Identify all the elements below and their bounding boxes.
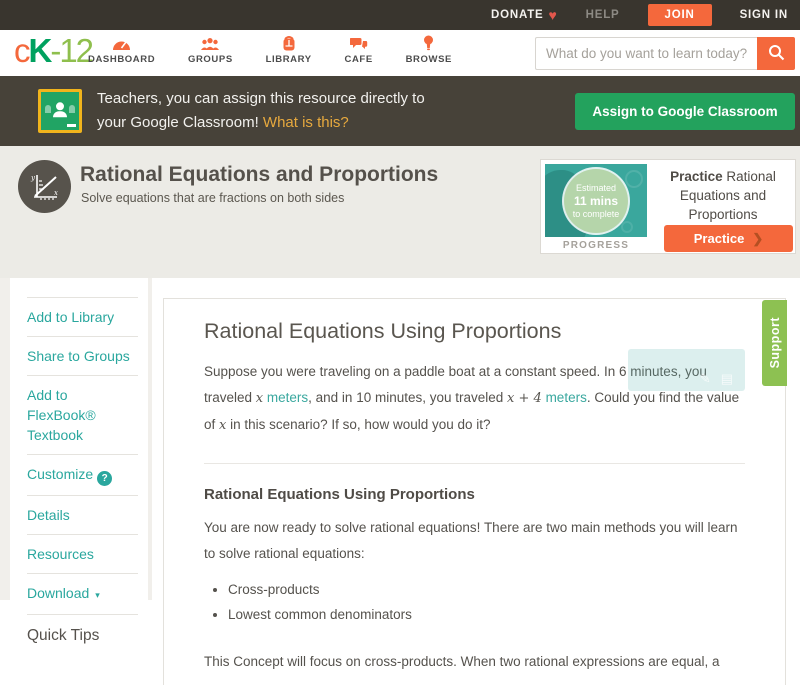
main-navbar: cK-12 DASHBOARD GROUPS LIBRARY CAFE BROW… (0, 30, 800, 76)
top-bar: DONATE ♥ HELP JOIN SIGN IN (0, 0, 800, 30)
question-badge-icon[interactable]: ? (97, 471, 113, 486)
ck12-logo[interactable]: cK-12 (14, 32, 94, 70)
p1-text: , and in 10 minutes, you traveled (308, 390, 508, 405)
classroom-board (41, 92, 79, 130)
sidebar-item-add-to-library[interactable]: Add to Library (27, 297, 138, 336)
svg-text:y: y (30, 174, 36, 182)
badge-line1: Estimated (575, 182, 617, 193)
help-link[interactable]: HELP (586, 9, 620, 21)
nav-item-browse[interactable]: BROWSE (404, 34, 454, 74)
join-button[interactable]: JOIN (647, 4, 712, 26)
search-icon (768, 44, 785, 64)
math-x-plus-4: x + 4 (507, 391, 542, 406)
practice-widget: Estimated 11 mins to complete PROGRESS P… (540, 159, 796, 254)
article-card: Rational Equations Using Proportions Sup… (163, 298, 786, 685)
svg-text:x: x (54, 189, 58, 197)
meters-link[interactable]: meters (546, 390, 587, 405)
donate-link[interactable]: DONATE ♥ (491, 7, 558, 23)
nav-item-dashboard[interactable]: DASHBOARD (86, 34, 157, 74)
banner-text: Teachers, you can assign this resource d… (97, 87, 425, 135)
gauge-icon (112, 34, 131, 51)
search-button[interactable] (757, 37, 795, 70)
nav-label: LIBRARY (265, 54, 312, 65)
heart-icon: ♥ (548, 7, 558, 23)
practice-title: Practice Rational Equations and Proporti… (653, 167, 793, 224)
search-bar (535, 37, 795, 70)
lesson-header: y x Rational Equations and Proportions S… (0, 146, 800, 278)
progress-label: PROGRESS (562, 240, 630, 251)
main-panel: Rational Equations Using Proportions Sup… (152, 278, 800, 685)
meters-link[interactable]: meters (267, 390, 308, 405)
decor-circle (621, 221, 633, 233)
graph-icon: y x (18, 160, 71, 213)
banner-line2: your Google Classroom! (97, 114, 259, 131)
nav-item-groups[interactable]: GROUPS (186, 34, 235, 74)
practice-button[interactable]: Practice ❯ (664, 225, 793, 252)
section-heading: Rational Equations Using Proportions (204, 486, 475, 503)
customize-label: Customize (27, 466, 94, 482)
logo-c: c (14, 32, 30, 69)
nav-menu: DASHBOARD GROUPS LIBRARY CAFE BROWSE (86, 34, 454, 74)
assign-to-classroom-button[interactable]: Assign to Google Classroom (575, 93, 795, 130)
p1-text: in this scenario? If so, how would you d… (226, 417, 491, 432)
sidebar-item-details[interactable]: Details (27, 495, 138, 534)
sidebar-list: Add to Library Share to Groups Add to Fl… (27, 297, 138, 654)
sidebar-item-resources[interactable]: Resources (27, 534, 138, 573)
sidebar: Add to Library Share to Groups Add to Fl… (10, 278, 148, 644)
practice-thumbnail[interactable]: Estimated 11 mins to complete (545, 164, 647, 237)
practice-title-bold: Practice (670, 169, 723, 184)
nav-label: GROUPS (187, 54, 233, 65)
download-label: Download (27, 585, 90, 601)
support-tab[interactable]: Support (762, 300, 787, 386)
decor-circle (625, 170, 643, 188)
nav-label: CAFE (344, 54, 373, 65)
content-area: Add to Library Share to Groups Add to Fl… (0, 278, 800, 685)
methods-list: Cross-products Lowest common denominator… (228, 577, 745, 627)
sidebar-item-quick-tips[interactable]: Quick Tips (27, 614, 138, 654)
article-paragraph-3: This Concept will focus on cross-product… (204, 654, 720, 669)
section-divider (204, 463, 745, 464)
backpack-icon (281, 34, 297, 51)
banner-line1: Teachers, you can assign this resource d… (97, 90, 425, 107)
sidebar-item-add-to-flexbook[interactable]: Add to FlexBook® Textbook (27, 375, 138, 454)
chat-bubbles-icon (349, 34, 368, 51)
classroom-person (53, 102, 67, 118)
article-paragraph-2: You are now ready to solve rational equa… (204, 520, 738, 561)
article-paragraph-1: Suppose you were traveling on a paddle b… (204, 359, 745, 439)
sign-in-link[interactable]: SIGN IN (740, 9, 788, 21)
classroom-figure-left (45, 105, 51, 113)
nav-label: DASHBOARD (88, 54, 156, 65)
google-classroom-icon[interactable] (38, 89, 82, 133)
caret-down-icon: ▾ (95, 590, 100, 600)
list-item: Lowest common denominators (228, 602, 745, 627)
support-tab-label: Support (767, 317, 782, 369)
classroom-eraser (67, 124, 76, 127)
what-is-this-link[interactable]: What is this? (263, 114, 349, 131)
people-icon (200, 34, 220, 51)
page-subtitle: Solve equations that are fractions on bo… (81, 191, 345, 205)
search-input[interactable] (535, 37, 757, 70)
nav-item-cafe[interactable]: CAFE (343, 34, 375, 74)
classroom-banner: Teachers, you can assign this resource d… (0, 76, 800, 146)
donate-label: DONATE (491, 9, 544, 21)
classroom-figure-right (69, 105, 75, 113)
chevron-right-icon: ❯ (752, 230, 764, 246)
lightbulb-icon (423, 34, 434, 51)
sidebar-item-customize[interactable]: Customize? (27, 454, 138, 495)
article-title: Rational Equations Using Proportions (204, 319, 562, 343)
page-title: Rational Equations and Proportions (80, 163, 439, 186)
estimated-time-badge: Estimated 11 mins to complete (564, 168, 628, 233)
logo-k: K (28, 32, 53, 69)
nav-item-library[interactable]: LIBRARY (264, 34, 314, 74)
badge-line2: 11 mins (573, 193, 619, 208)
nav-label: BROWSE (405, 54, 452, 65)
practice-button-label: Practice (693, 230, 745, 246)
list-item: Cross-products (228, 577, 745, 602)
sidebar-item-download[interactable]: Download ▾ (27, 573, 138, 614)
sidebar-item-share-to-groups[interactable]: Share to Groups (27, 336, 138, 375)
badge-line3: to complete (572, 208, 620, 219)
